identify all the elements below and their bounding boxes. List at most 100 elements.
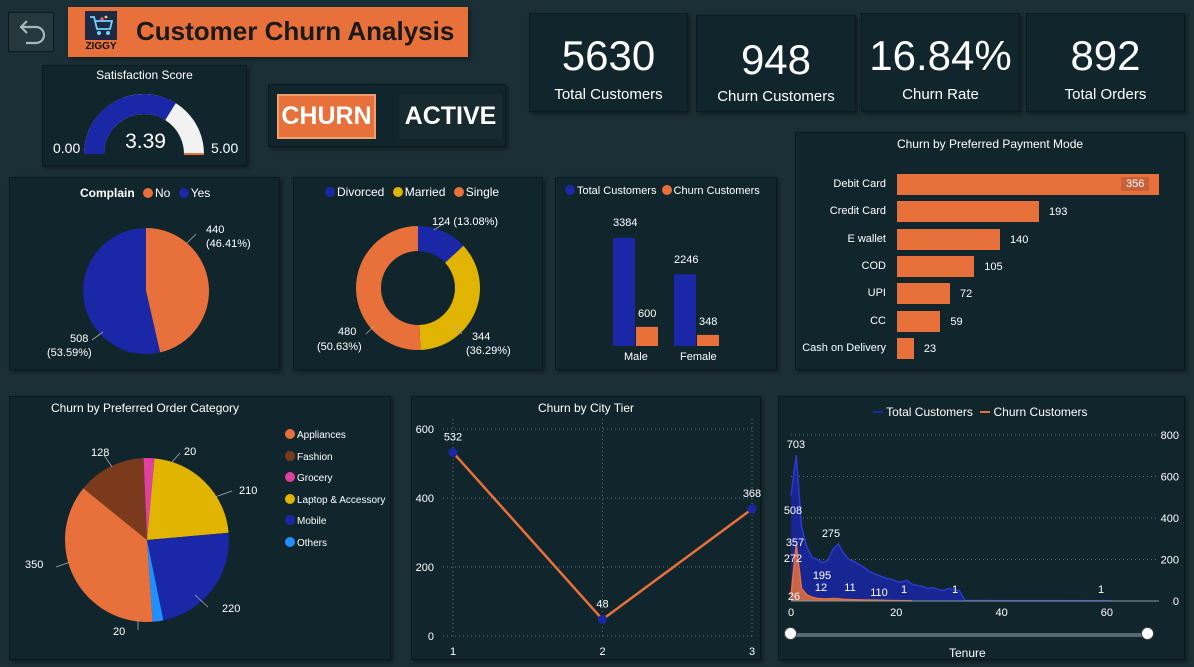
marital-donut-panel: Divorced Married Single 124 (13.08%) 344…: [293, 177, 543, 370]
payment-value-label: 356: [1121, 177, 1150, 191]
tenure-range-slider[interactable]: [789, 633, 1149, 637]
label-no: 440: [206, 224, 225, 236]
legend-label: Grocery: [297, 473, 333, 484]
churn-label-male: 600: [638, 308, 657, 320]
bar-churn-male: [636, 326, 658, 346]
legend-label: Fashion: [297, 451, 333, 463]
back-arrow-icon: [19, 20, 46, 45]
slice-label-appliances: 350: [25, 559, 44, 571]
title-banner: ZIGGY Customer Churn Analysis: [68, 7, 468, 57]
legend-dot: [285, 515, 295, 525]
legend-item-laptop: Laptop & Accessory: [285, 490, 385, 512]
kpi-label: Total Customers: [554, 86, 663, 103]
tenure-data-label: 275: [822, 528, 840, 540]
bar-total-female: [674, 274, 696, 346]
city-point: [747, 504, 757, 514]
bar-total-male: [613, 237, 635, 346]
kpi-churn-rate: 16.84% Churn Rate: [861, 13, 1020, 112]
payment-bar: [897, 337, 914, 359]
slice-label-mobile: 220: [222, 603, 241, 615]
tenure-data-label: 1: [901, 584, 907, 596]
kpi-value: 948: [740, 36, 812, 83]
x-tick-label: 3: [749, 646, 755, 658]
payment-value-label: 140: [1010, 233, 1029, 246]
logo: ZIGGY: [82, 11, 120, 53]
tenure-data-label: 26: [788, 591, 800, 603]
payment-bar: [897, 310, 941, 332]
gender-bars: [613, 237, 719, 346]
tenure-data-label: 508: [784, 505, 802, 517]
kpi-value: 892: [1070, 32, 1141, 79]
payment-category-label: CC: [870, 314, 886, 327]
slider-handle-start[interactable]: [784, 627, 797, 640]
payment-value-label: 105: [984, 260, 1003, 273]
payment-bar-panel: Churn by Preferred Payment Mode Debit Ca…: [795, 132, 1185, 370]
slice-label-others: 20: [113, 626, 126, 638]
label-married: 344: [472, 331, 491, 343]
slider-handle-end[interactable]: [1141, 627, 1154, 640]
donut-slice-married: [419, 245, 481, 350]
label-single: 480: [338, 326, 357, 338]
payment-value-label: 193: [1049, 206, 1068, 219]
total-label-male: 3384: [613, 217, 638, 229]
payment-category-label: Credit Card: [829, 205, 886, 218]
slice-label-fashion: 128: [91, 447, 110, 459]
city-line-chart: 0 200 400 600 1 2 3 532 48 368: [416, 419, 761, 658]
active-button[interactable]: ACTIVE: [399, 94, 502, 139]
legend-item-grocery: Grocery: [285, 468, 385, 490]
payment-value-label: 59: [950, 315, 963, 328]
legend-dot: [285, 493, 295, 504]
legend-dot: [285, 450, 295, 461]
logo-text: ZIGGY: [85, 41, 117, 52]
payment-bar: [897, 201, 1040, 223]
legend-item-mobile: Mobile: [285, 511, 385, 533]
y-tick-label: 800: [1161, 430, 1179, 442]
slice-label-grocery: 20: [184, 446, 197, 458]
tenure-area-panel: Total Customers Churn Customers 0 200 400 6…: [778, 396, 1185, 660]
category-pie-panel: Churn by Preferred Order Category 350 12…: [9, 396, 391, 660]
city-data-label: 48: [596, 598, 608, 610]
payment-bar: [897, 228, 1001, 250]
city-point: [598, 614, 607, 624]
legend-item-others: Others: [285, 533, 385, 555]
payment-category-label: UPI: [867, 287, 886, 300]
label-divorced: 124 (13.08%): [432, 216, 499, 228]
back-button[interactable]: [8, 12, 54, 52]
payment-category-label: Debit Card: [833, 178, 886, 190]
payment-bar: [897, 255, 975, 277]
category-legend: Appliances Fashion Grocery Laptop & Acce…: [285, 425, 385, 554]
y-tick-label: 200: [416, 562, 434, 574]
kpi-label: Total Orders: [1064, 86, 1147, 103]
y-tick-label: 0: [1173, 596, 1179, 608]
churn-label-female: 348: [699, 316, 718, 328]
satisfaction-gauge-panel: Satisfaction Score 3.39 0.00 5.00: [42, 65, 247, 166]
y-tick-label: 200: [1161, 555, 1179, 567]
label-married-pct: (36.29%): [466, 345, 511, 357]
tenure-data-label: 1: [1098, 584, 1104, 596]
total-label-female: 2246: [674, 254, 699, 266]
churn-button[interactable]: CHURN: [277, 94, 376, 139]
legend-label: Mobile: [297, 516, 327, 527]
city-tier-panel: Churn by City Tier 0 200 400 600 1 2 3 532 48 368: [411, 396, 761, 660]
payment-bar: [897, 283, 950, 305]
legend-label: Others: [297, 537, 328, 549]
city-data-label: 532: [444, 431, 462, 443]
payment-bar: [897, 174, 1159, 195]
y-tick-label: 600: [1161, 472, 1179, 484]
kpi-value: 5630: [561, 32, 656, 79]
kpi-value: 16.84%: [869, 32, 1012, 79]
y-tick-label: 0: [428, 631, 434, 643]
payment-value-label: 72: [959, 288, 973, 301]
tenure-data-label: 195: [813, 570, 831, 582]
legend-label: Laptop & Accessory: [297, 494, 386, 506]
kpi-total-orders: 892 Total Orders: [1026, 13, 1185, 112]
x-tick-label: 20: [890, 607, 902, 619]
tenure-data-label: 272: [784, 553, 802, 565]
complain-pie: [82, 228, 209, 354]
kpi-total-customers: 5630 Total Customers: [529, 13, 688, 112]
donut-slice-single: [356, 226, 421, 350]
x-tick-label: 1: [450, 646, 456, 658]
payment-category-label: COD: [861, 259, 886, 272]
kpi-churn-customers: 948 Churn Customers: [696, 15, 856, 112]
gauge-min: 0.00: [53, 140, 81, 156]
